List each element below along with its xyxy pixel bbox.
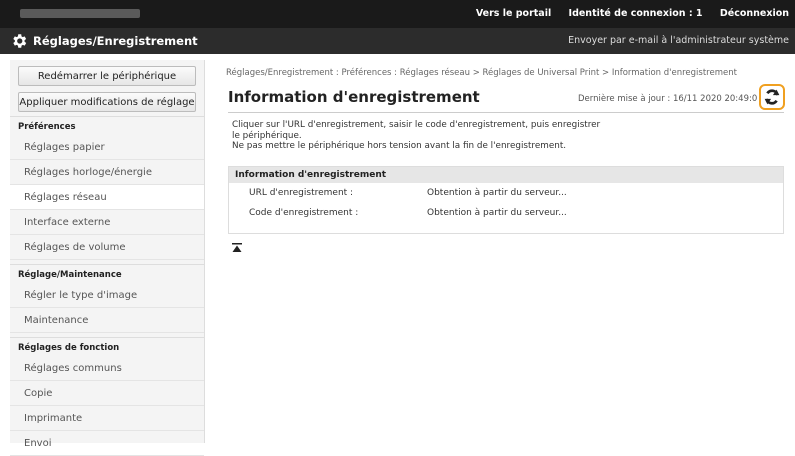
email-admin-link[interactable]: Envoyer par e-mail à l'administrateur sy… [568, 35, 789, 46]
sidebar-section-function: Réglages de fonction [10, 337, 204, 356]
refresh-icon [764, 89, 780, 105]
instructions: Cliquer sur l'URL d'enregistrement, sais… [232, 120, 600, 152]
panel-title: Information d'enregistrement [229, 167, 783, 183]
top-bar: Vers le portail Identité de connexion : … [0, 0, 795, 28]
sidebar-item-clock-energy[interactable]: Réglages horloge/énergie [10, 160, 204, 185]
sidebar-item-common[interactable]: Réglages communs [10, 356, 204, 381]
sidebar-section-preferences: Préférences [10, 116, 204, 135]
logout-link[interactable]: Déconnexion [720, 8, 789, 19]
top-links: Vers le portail Identité de connexion : … [462, 8, 789, 19]
back-to-top-icon[interactable] [232, 243, 242, 253]
sidebar-item-image-type[interactable]: Régler le type d'image [10, 283, 204, 308]
gear-icon [13, 34, 27, 48]
login-identity: Identité de connexion : 1 [568, 8, 703, 19]
title-bar: Réglages/Enregistrement Envoyer par e-ma… [0, 28, 795, 54]
title-divider [228, 112, 784, 113]
code-label: Code d'enregistrement : [249, 208, 359, 218]
sidebar-item-network[interactable]: Réglages réseau [10, 185, 204, 210]
registration-info-panel: Information d'enregistrement URL d'enreg… [228, 166, 784, 234]
sidebar: Redémarrer le périphérique Appliquer mod… [10, 60, 205, 456]
sidebar-item-printer[interactable]: Imprimante [10, 406, 204, 431]
url-label: URL d'enregistrement : [249, 188, 354, 198]
instruction-line: le périphérique. [232, 130, 302, 141]
sidebar-item-copy[interactable]: Copie [10, 381, 204, 406]
instruction-line: Cliquer sur l'URL d'enregistrement, sais… [232, 120, 601, 130]
refresh-button[interactable] [759, 84, 785, 110]
sidebar-item-paper[interactable]: Réglages papier [10, 135, 204, 160]
info-row: Code d'enregistrement : Obtention à part… [229, 203, 783, 223]
page-title: Information d'enregistrement [228, 88, 480, 106]
portal-link[interactable]: Vers le portail [476, 8, 551, 19]
url-value[interactable]: Obtention à partir du serveur... [427, 183, 567, 203]
sidebar-item-external-interface[interactable]: Interface externe [10, 210, 204, 235]
device-name [20, 9, 140, 18]
breadcrumb[interactable]: Réglages/Enregistrement : Préférences : … [226, 68, 737, 78]
apply-changes-button[interactable]: Appliquer modifications de réglage [18, 92, 196, 112]
last-update-time: Dernière mise à jour : 16/11 2020 20:49:… [578, 94, 758, 104]
sidebar-item-volume[interactable]: Réglages de volume [10, 235, 204, 260]
sidebar-item-maintenance[interactable]: Maintenance [10, 308, 204, 333]
sidebar-section-maintenance: Réglage/Maintenance [10, 264, 204, 283]
info-row: URL d'enregistrement : Obtention à parti… [229, 183, 783, 203]
restart-device-button[interactable]: Redémarrer le périphérique [18, 66, 196, 86]
app-title: Réglages/Enregistrement [33, 34, 198, 48]
code-value: Obtention à partir du serveur... [427, 208, 567, 218]
instruction-line: Ne pas mettre le périphérique hors tensi… [232, 141, 567, 151]
sidebar-item-send[interactable]: Envoi [10, 431, 204, 456]
